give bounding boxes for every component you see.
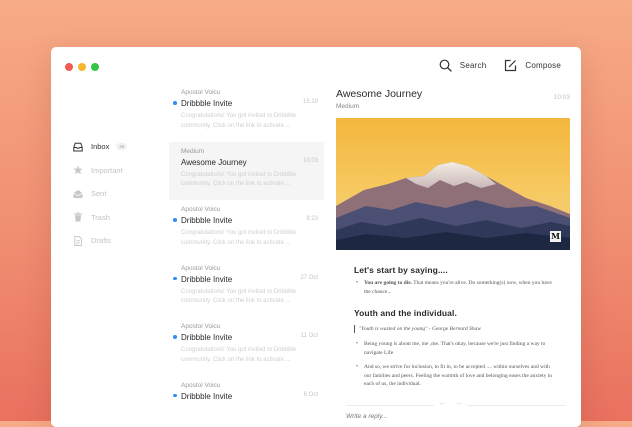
- message-sender: Apostol Voicu: [181, 381, 318, 390]
- article-paragraph: Being young is about me, me ,me. That's …: [354, 340, 554, 357]
- search-icon: [439, 59, 452, 72]
- document-icon: [73, 236, 83, 246]
- mountain-illustration: [336, 118, 570, 250]
- sidebar-item-label: Sent: [91, 189, 106, 198]
- sidebar-item-label: Drafts: [91, 236, 111, 245]
- compose-icon: [504, 59, 517, 72]
- reading-pane: Awesome Journey Medium 10:03: [336, 87, 570, 110]
- toolbar: Search Compose: [439, 59, 561, 72]
- message-item[interactable]: Apostol Voicu Dribbble Invite 15:19 Cong…: [169, 83, 324, 142]
- maximize-window-button[interactable]: [91, 63, 99, 71]
- message-time: 6 Oct: [304, 392, 318, 398]
- message-preview: Congratulations! You got invited to Drib…: [181, 288, 316, 307]
- email-source: Medium: [336, 103, 570, 110]
- mail-window: Search Compose Inbox 44 Important: [51, 47, 581, 427]
- message-preview: Congratulations! You got invited to Drib…: [181, 112, 316, 131]
- message-item[interactable]: Apostol Voicu Dribbble Invite 11 Oct Con…: [169, 317, 324, 376]
- email-title: Awesome Journey: [336, 87, 570, 101]
- sidebar-item-label: Inbox: [91, 142, 109, 151]
- message-sender: Medium: [181, 147, 318, 156]
- unread-dot: [173, 394, 177, 398]
- unread-dot: [173, 277, 177, 281]
- message-time: 8:23: [306, 216, 318, 222]
- message-preview: Congratulations! You got invited to Drib…: [181, 171, 316, 190]
- article-heading: Let's start by saying....: [354, 265, 554, 275]
- article-bold-text: You are going to die.: [364, 280, 412, 286]
- sidebar-item-trash[interactable]: Trash: [73, 206, 127, 230]
- message-sender: Apostol Voicu: [181, 88, 318, 97]
- star-icon: [73, 165, 83, 175]
- unread-dot: [173, 101, 177, 105]
- unread-dot: [173, 335, 177, 339]
- message-subject: Dribbble Invite: [181, 332, 318, 343]
- article-heading: Youth and the individual.: [354, 308, 554, 318]
- trash-icon: [73, 212, 83, 222]
- sidebar: Inbox 44 Important Sent Trash Drafts: [73, 135, 127, 253]
- article-quote: "Youth is wasted on the young" - George …: [354, 325, 554, 333]
- window-controls: [65, 63, 99, 71]
- envelope-icon: [73, 189, 83, 199]
- inbox-count-badge: 44: [116, 143, 127, 150]
- sidebar-item-label: Important: [91, 166, 123, 175]
- search-button[interactable]: Search: [439, 59, 487, 72]
- message-subject: Dribbble Invite: [181, 391, 318, 402]
- next-arrow-icon[interactable]: →: [455, 400, 462, 407]
- message-subject: Dribbble Invite: [181, 274, 318, 285]
- message-time: 15:19: [303, 99, 318, 105]
- previous-arrow-icon[interactable]: ←: [439, 400, 446, 407]
- message-list: Apostol Voicu Dribbble Invite 15:19 Cong…: [169, 83, 324, 427]
- compose-button[interactable]: Compose: [504, 59, 561, 72]
- article-body: Let's start by saying.... You are going …: [354, 265, 554, 389]
- inbox-icon: [73, 142, 83, 152]
- sidebar-item-inbox[interactable]: Inbox 44: [73, 135, 127, 159]
- article-paragraph: You are going to die. That means you're …: [354, 279, 554, 296]
- message-subject: Dribbble Invite: [181, 215, 318, 226]
- article-paragraph: And so, we strive for inclusion, to fit …: [354, 363, 554, 389]
- sidebar-item-important[interactable]: Important: [73, 159, 127, 183]
- search-label: Search: [460, 61, 487, 70]
- sidebar-item-drafts[interactable]: Drafts: [73, 229, 127, 253]
- message-sender: Apostol Voicu: [181, 322, 318, 331]
- message-time: 27 Oct: [300, 275, 318, 281]
- email-time: 10:03: [554, 94, 570, 101]
- message-preview: Congratulations! You got invited to Drib…: [181, 346, 316, 365]
- message-item[interactable]: Apostol Voicu Dribbble Invite 8:23 Congr…: [169, 200, 324, 259]
- message-item[interactable]: Apostol Voicu Dribbble Invite 27 Oct Con…: [169, 259, 324, 318]
- sidebar-item-sent[interactable]: Sent: [73, 182, 127, 206]
- compose-label: Compose: [525, 61, 561, 70]
- message-item[interactable]: Apostol Voicu Dribbble Invite 6 Oct: [169, 376, 324, 427]
- close-window-button[interactable]: [65, 63, 73, 71]
- minimize-window-button[interactable]: [78, 63, 86, 71]
- message-time: 10:03: [303, 158, 318, 164]
- message-item-selected[interactable]: Medium Awesome Journey 10:03 Congratulat…: [169, 142, 324, 201]
- medium-logo: M: [550, 231, 561, 242]
- message-navigation: ← →: [434, 400, 467, 407]
- reply-input[interactable]: [346, 413, 546, 420]
- hero-image: M: [336, 118, 570, 250]
- message-subject: Awesome Journey: [181, 157, 318, 168]
- unread-dot: [173, 218, 177, 222]
- message-preview: Congratulations! You got invited to Drib…: [181, 229, 316, 248]
- message-time: 11 Oct: [301, 333, 318, 339]
- sidebar-item-label: Trash: [91, 213, 110, 222]
- message-subject: Dribbble Invite: [181, 98, 318, 109]
- message-sender: Apostol Voicu: [181, 205, 318, 214]
- message-sender: Apostol Voicu: [181, 264, 318, 273]
